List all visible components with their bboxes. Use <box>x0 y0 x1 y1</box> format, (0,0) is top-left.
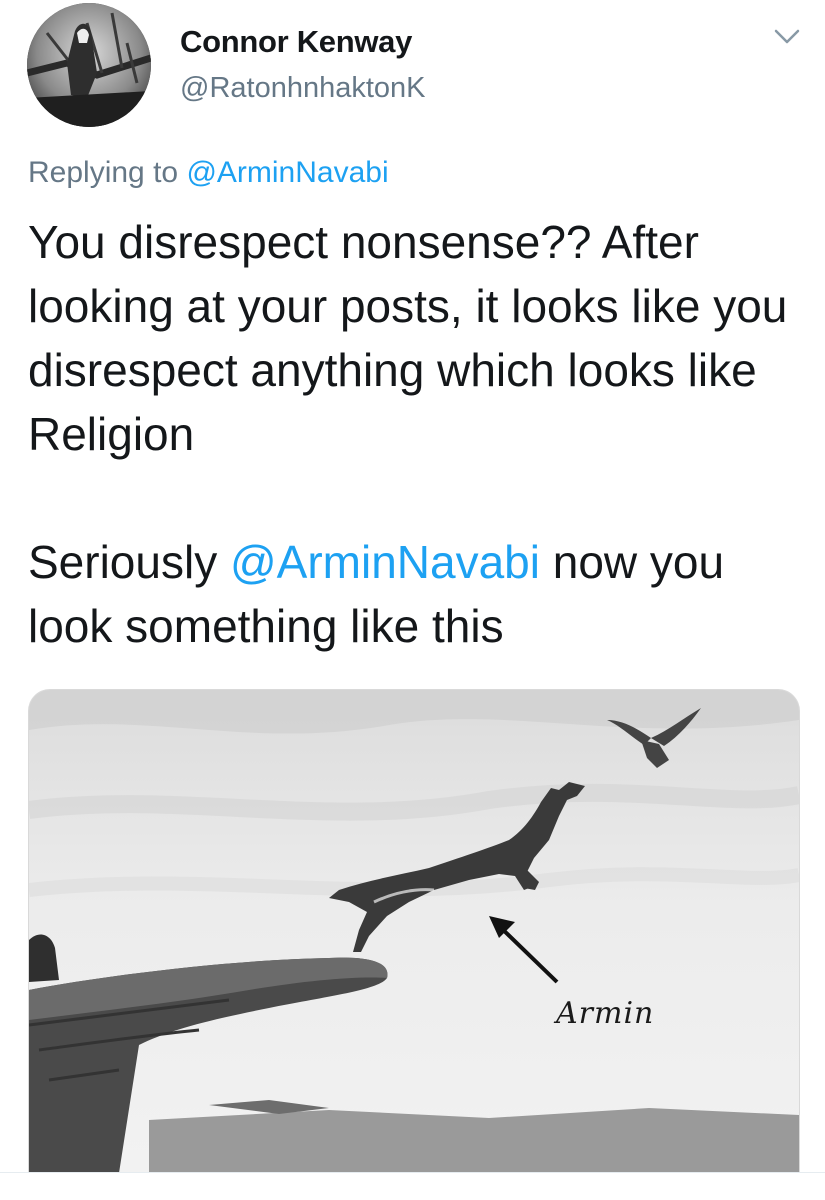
divider <box>0 1172 825 1173</box>
avatar-image <box>27 3 151 127</box>
meme-caption: Armin <box>556 996 655 1031</box>
author-display-name[interactable]: Connor Kenway <box>180 24 412 60</box>
tweet-text: You disrespect nonsense?? After looking … <box>28 210 808 658</box>
meme-picture <box>29 690 799 1173</box>
tweet-paragraph-1: You disrespect nonsense?? After looking … <box>28 216 788 460</box>
avatar[interactable] <box>27 3 151 127</box>
chevron-down-icon[interactable] <box>772 24 802 48</box>
replying-to-label: Replying to <box>28 156 179 189</box>
author-handle[interactable]: @RatonhnhaktonK <box>180 72 426 105</box>
tweet-mention-link[interactable]: @ArminNavabi <box>230 536 540 588</box>
reply-mention-link[interactable]: @ArminNavabi <box>186 156 388 189</box>
replying-to: Replying to @ArminNavabi <box>28 156 389 190</box>
tweet-paragraph-2: Seriously @ArminNavabi now you look some… <box>28 530 808 658</box>
tweet-media-image[interactable]: Armin <box>28 689 800 1173</box>
tweet-card: Connor Kenway @RatonhnhaktonK Replying t… <box>0 0 825 1200</box>
tweet-paragraph-2-start: Seriously <box>28 536 230 588</box>
